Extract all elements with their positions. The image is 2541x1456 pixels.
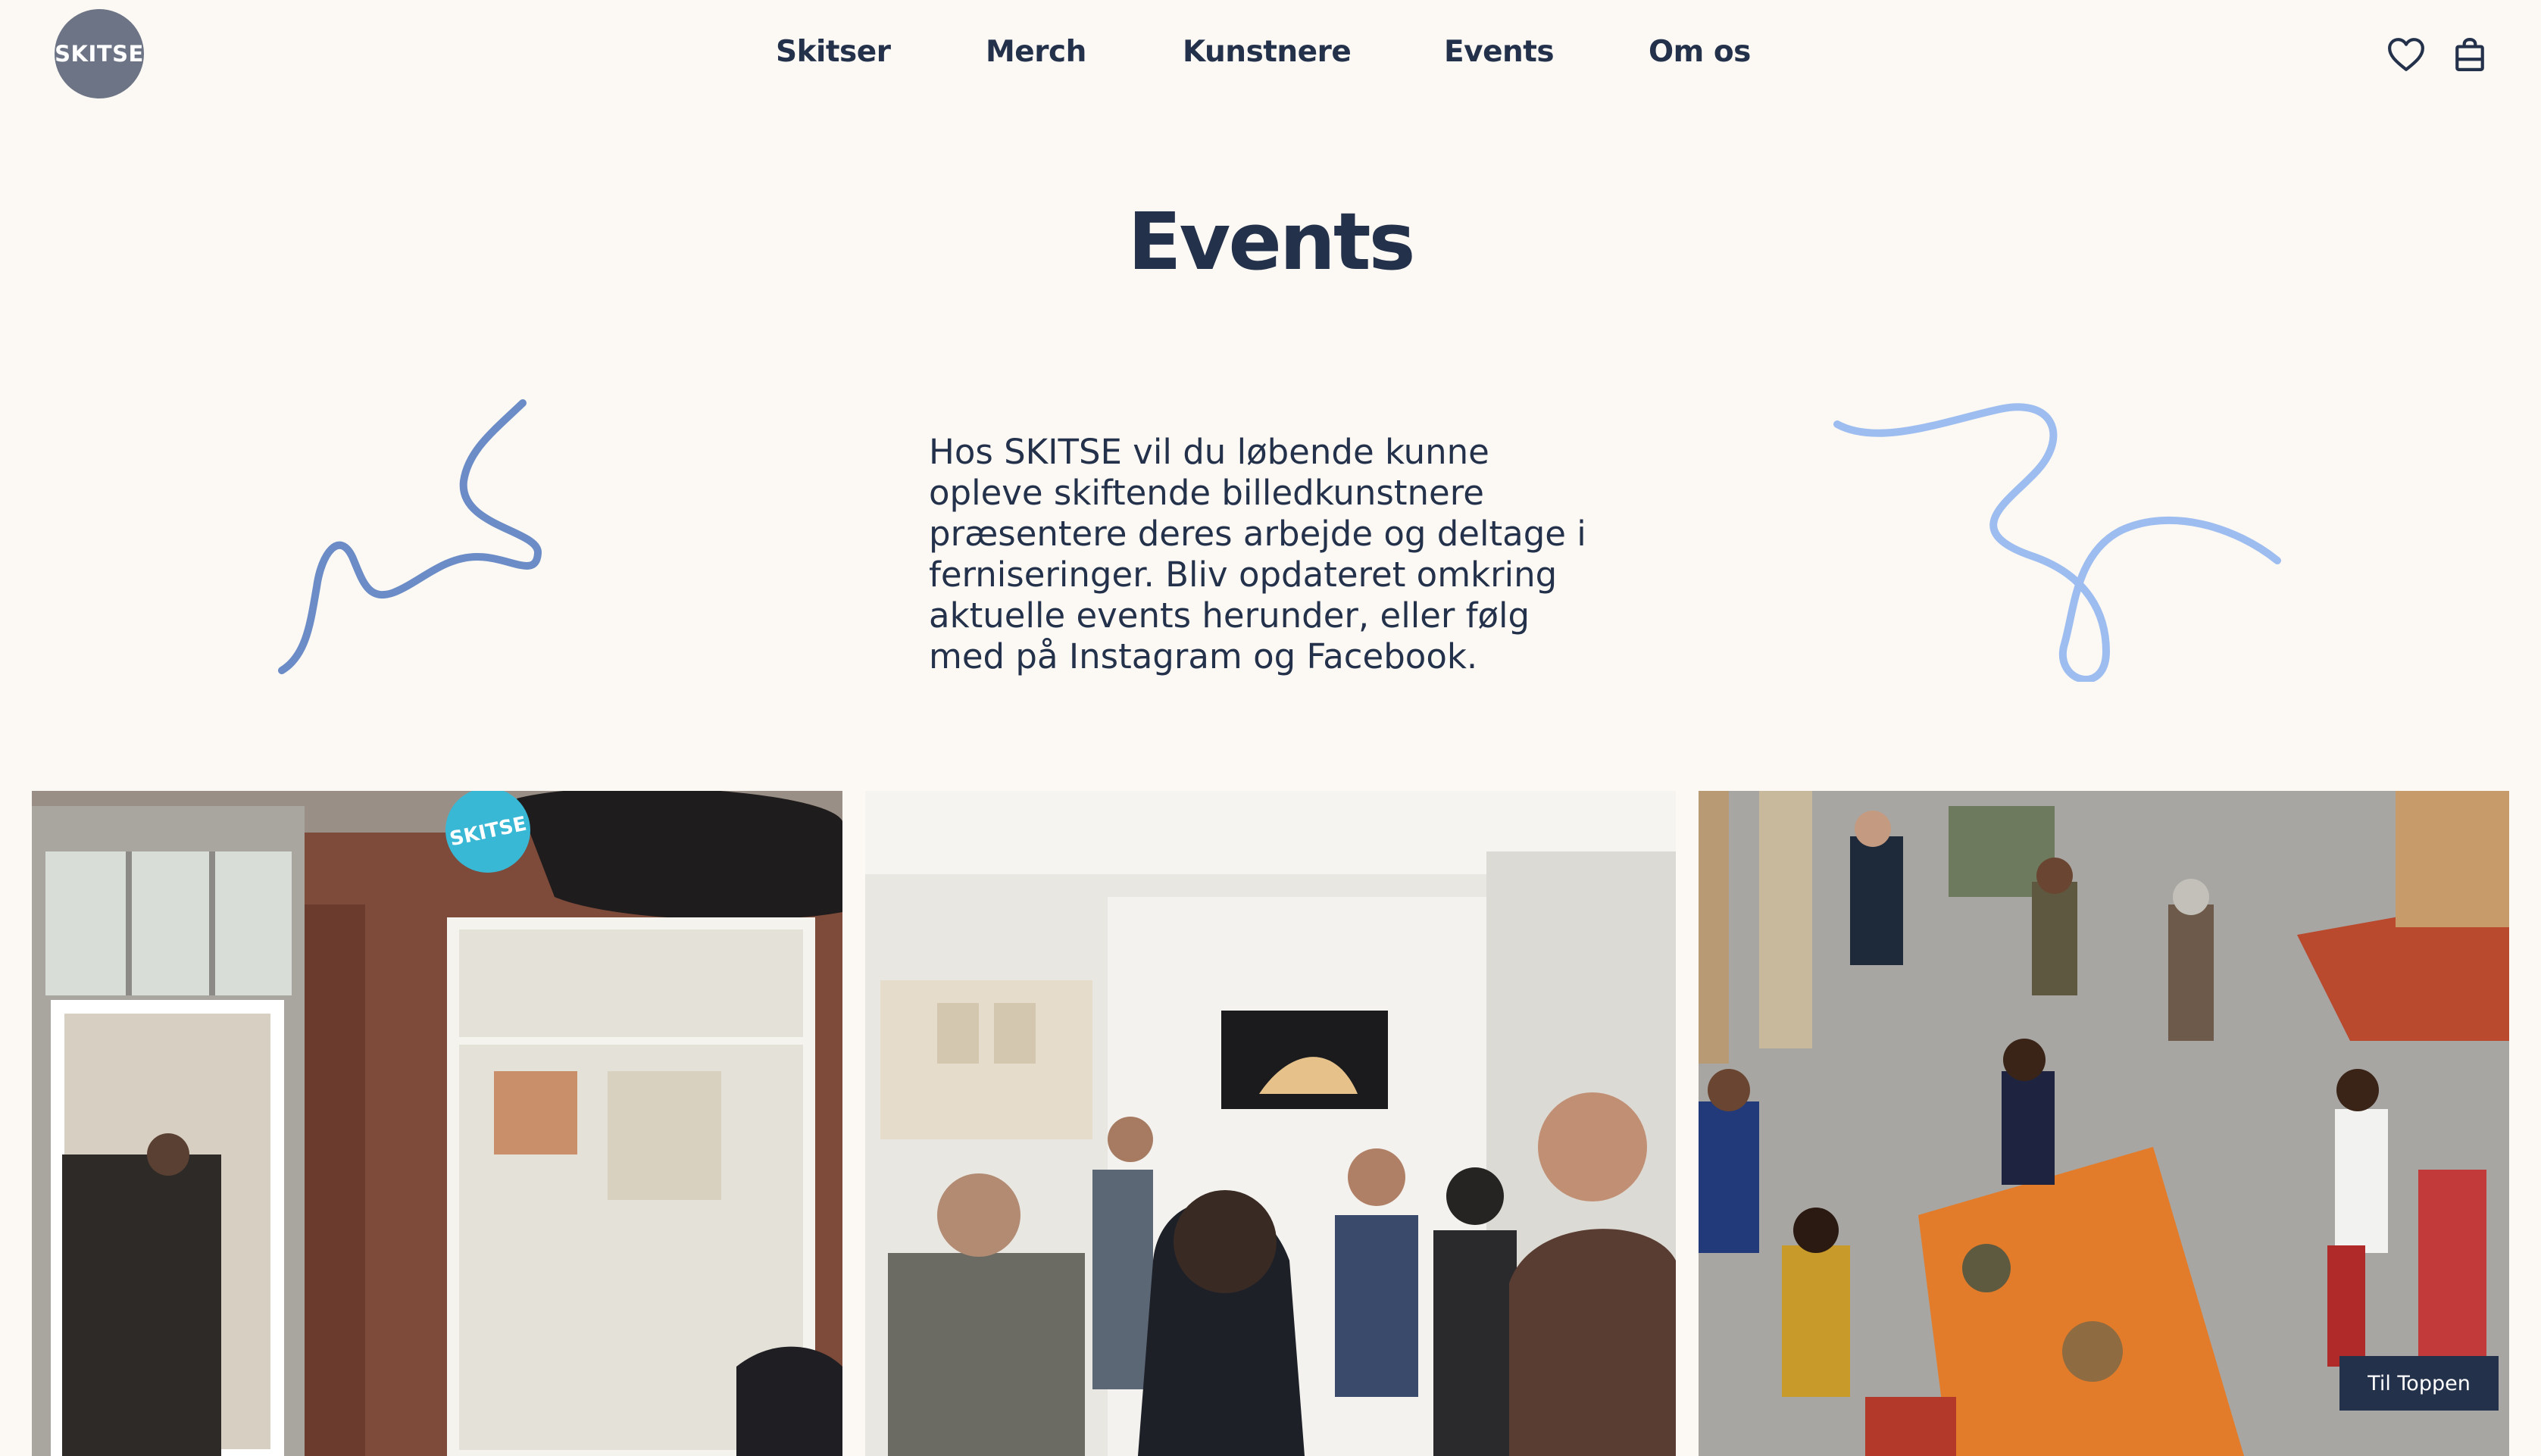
main-nav: Skitser Merch Kunstnere Events Om os [0, 35, 2541, 80]
nav-item-events[interactable]: Events [1444, 35, 1555, 69]
site-header: SKITSE Skitser Merch Kunstnere Events Om… [0, 0, 2541, 114]
decorative-squiggle-right [1833, 403, 2281, 682]
nav-item-om-os[interactable]: Om os [1649, 35, 1751, 69]
event-photo-gallery-storefront[interactable]: SKITSE [32, 791, 842, 1456]
page-title: Events [1127, 195, 1415, 288]
heart-icon [2388, 38, 2424, 71]
shopping-bag-icon [2455, 38, 2484, 71]
nav-item-kunstnere[interactable]: Kunstnere [1183, 35, 1352, 69]
decorative-squiggle-left [278, 399, 542, 674]
storefront-image: SKITSE [32, 791, 842, 1456]
event-photo-talk[interactable] [865, 791, 1676, 1456]
nav-item-skitser[interactable]: Skitser [776, 35, 891, 69]
back-to-top-button[interactable]: Til Toppen [2339, 1356, 2499, 1411]
artist-talk-image [865, 791, 1676, 1456]
intro-text: Hos SKITSE vil du løbende kunne opleve s… [929, 432, 1586, 676]
nav-item-merch[interactable]: Merch [986, 35, 1086, 69]
cart-button[interactable] [2449, 33, 2491, 76]
wishlist-button[interactable] [2385, 33, 2427, 76]
